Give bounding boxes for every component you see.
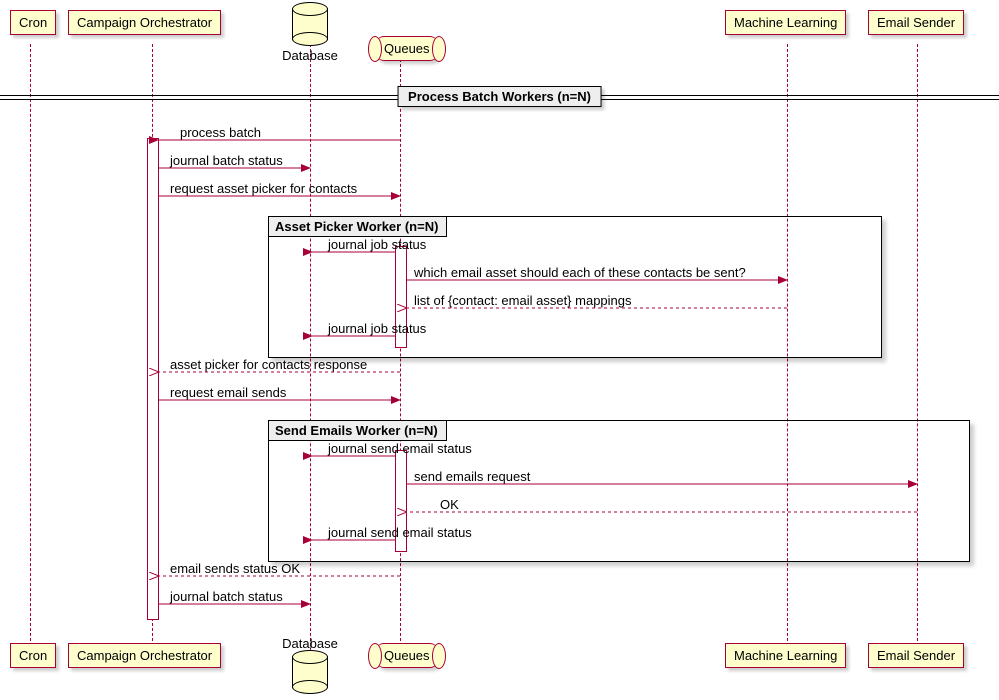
msg-send-emails-request: send emails request xyxy=(414,469,530,484)
participant-ml-bottom: Machine Learning xyxy=(725,643,846,668)
msg-journal-batch-status-2: journal batch status xyxy=(170,589,283,604)
msg-journal-batch-status-1: journal batch status xyxy=(170,153,283,168)
msg-journal-job-status-2: journal job status xyxy=(328,321,426,336)
participant-queues-top: Queues xyxy=(374,36,440,61)
participant-orchestrator-bottom: Campaign Orchestrator xyxy=(68,643,221,668)
msg-mappings: list of {contact: email asset} mappings xyxy=(414,293,632,308)
lifeline-sender xyxy=(917,44,918,656)
participant-ml-top: Machine Learning xyxy=(725,10,846,35)
msg-journal-job-status-1: journal job status xyxy=(328,237,426,252)
group-label-asset-picker: Asset Picker Worker (n=N) xyxy=(269,217,447,237)
participant-database-top: Database xyxy=(280,48,340,63)
msg-request-email-sends: request email sends xyxy=(170,385,286,400)
participant-database-bottom: Database xyxy=(280,636,340,651)
msg-journal-send-status-1: journal send email status xyxy=(328,441,472,456)
lifeline-cron xyxy=(30,44,31,656)
msg-ok: OK xyxy=(440,497,459,512)
participant-cron-top: Cron xyxy=(10,10,56,35)
participant-queues-bottom: Queues xyxy=(374,643,440,668)
msg-journal-send-status-2: journal send email status xyxy=(328,525,472,540)
msg-process-batch: process batch xyxy=(180,125,261,140)
msg-email-sends-ok: email sends status OK xyxy=(170,561,300,576)
participant-sender-bottom: Email Sender xyxy=(868,643,964,668)
msg-asset-picker-response: asset picker for contacts response xyxy=(170,357,367,372)
participant-orchestrator-top: Campaign Orchestrator xyxy=(68,10,221,35)
msg-which-email: which email asset should each of these c… xyxy=(414,265,746,280)
divider-label: Process Batch Workers (n=N) xyxy=(397,86,602,107)
participant-cron-bottom: Cron xyxy=(10,643,56,668)
activation-orchestrator xyxy=(147,138,159,620)
participant-sender-top: Email Sender xyxy=(868,10,964,35)
msg-request-asset-picker: request asset picker for contacts xyxy=(170,181,357,196)
database-icon-bottom xyxy=(292,650,328,694)
database-icon-top xyxy=(292,2,328,46)
group-label-send-emails: Send Emails Worker (n=N) xyxy=(269,421,447,441)
